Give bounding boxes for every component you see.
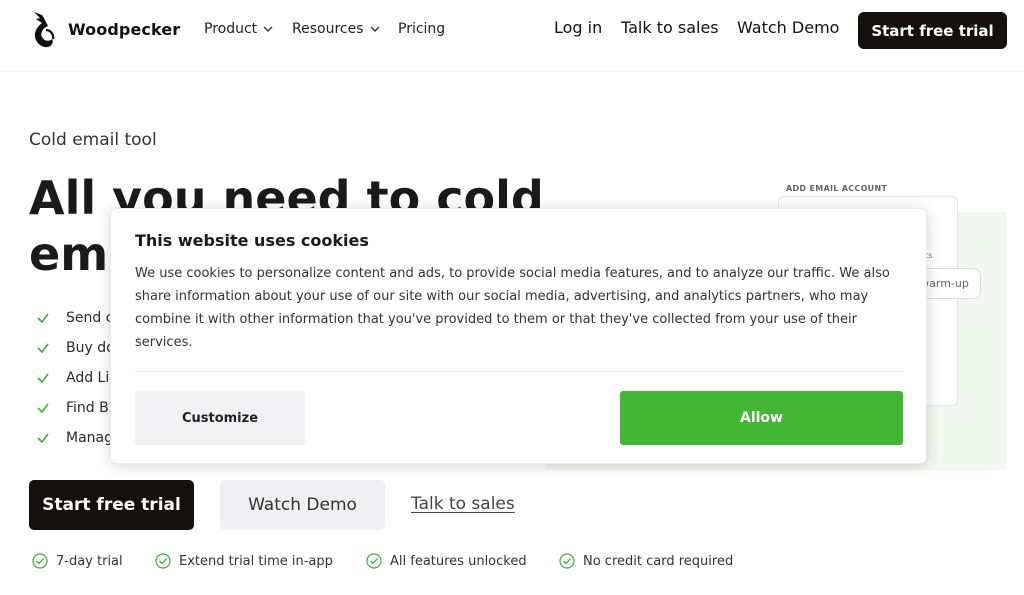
circle-check-icon: [155, 553, 171, 569]
check-icon: [37, 433, 49, 444]
watch-demo-button[interactable]: Watch Demo: [220, 480, 385, 530]
check-item-label: Manag: [66, 430, 113, 446]
woodpecker-bird-icon: [34, 12, 55, 48]
check-item-label: Buy do: [66, 340, 115, 356]
cookie-consent-dialog: This website uses cookies We use cookies…: [110, 208, 927, 464]
hero-eyebrow: Cold email tool: [29, 130, 157, 150]
nav-product[interactable]: Product: [204, 21, 273, 37]
feature-label: Extend trial time in-app: [179, 553, 333, 569]
customize-button[interactable]: Customize: [135, 391, 305, 445]
check-item-label: Add Li: [66, 370, 110, 386]
hero-check-list: Send c Buy do Add Li Find B2 Manag: [36, 303, 118, 453]
list-item: Send c: [36, 303, 118, 333]
watch-demo-link[interactable]: Watch Demo: [737, 18, 839, 37]
nav-start-trial-button[interactable]: Start free trial: [858, 12, 1007, 49]
feature-label: 7-day trial: [56, 553, 123, 569]
feature-label: All features unlocked: [390, 553, 527, 569]
list-item: Find B2: [36, 393, 118, 423]
nav-resources-label: Resources: [292, 21, 364, 37]
check-item-label: Send c: [66, 310, 114, 326]
circle-check-icon: [366, 553, 382, 569]
check-icon: [37, 313, 49, 324]
chevron-down-icon: [370, 26, 379, 32]
feature-label: No credit card required: [583, 553, 734, 569]
list-item: Buy do: [36, 333, 118, 363]
nav-resources[interactable]: Resources: [292, 21, 380, 37]
divider: [135, 371, 903, 372]
nav-product-label: Product: [204, 21, 258, 37]
allow-cookies-button[interactable]: Allow: [620, 391, 903, 445]
feature-item: All features unlocked: [366, 553, 527, 569]
check-icon: [37, 343, 49, 354]
feature-item: No credit card required: [559, 553, 733, 569]
circle-check-icon: [559, 553, 575, 569]
cookie-dialog-title: This website uses cookies: [135, 231, 369, 250]
check-icon: [37, 403, 49, 414]
chevron-down-icon: [263, 26, 273, 32]
cookie-dialog-body: We use cookies to personalize content an…: [135, 266, 890, 350]
feature-item: Extend trial time in-app: [155, 553, 333, 569]
list-item: Manag: [36, 423, 118, 453]
check-icon: [37, 373, 49, 384]
feature-item: 7-day trial: [32, 553, 123, 569]
nav-pricing[interactable]: Pricing: [398, 21, 445, 37]
preview-label: ADD EMAIL ACCOUNT: [786, 184, 888, 193]
logo[interactable]: Woodpecker: [28, 6, 180, 52]
login-link[interactable]: Log in: [554, 18, 602, 37]
start-trial-button[interactable]: Start free trial: [29, 480, 194, 530]
list-item: Add Li: [36, 363, 118, 393]
brand-name: Woodpecker: [68, 19, 181, 39]
talk-to-sales-cta-link[interactable]: Talk to sales: [411, 494, 515, 514]
talk-to-sales-link[interactable]: Talk to sales: [621, 18, 719, 37]
circle-check-icon: [32, 553, 48, 569]
top-navbar: Woodpecker Product Resources Pricing Log…: [0, 0, 1024, 72]
